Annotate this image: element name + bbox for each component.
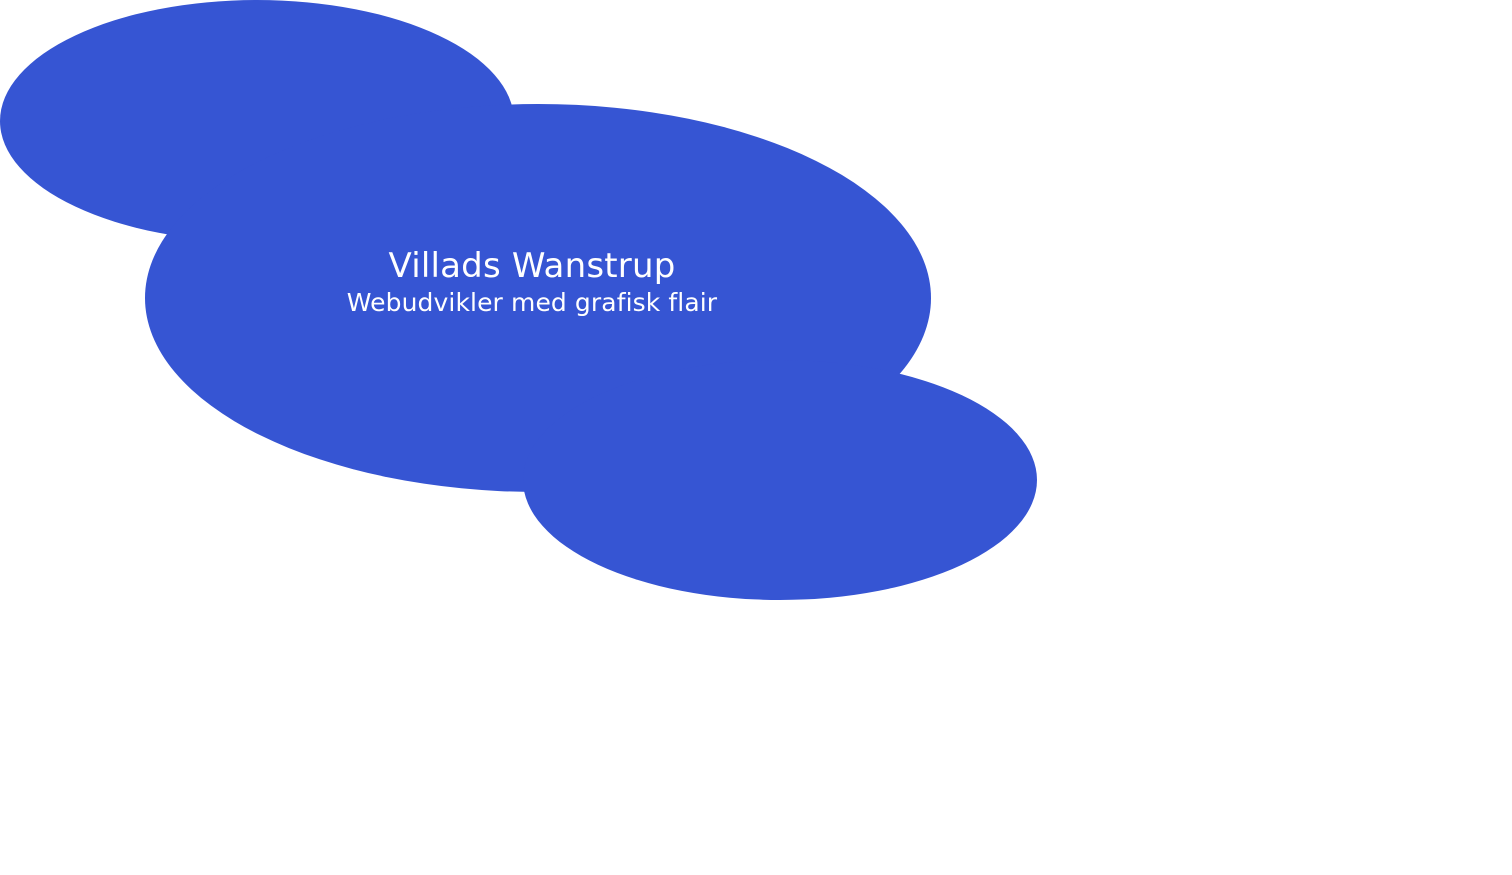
hero-text-block: Villads Wanstrup Webudvikler med grafisk… [282, 244, 782, 318]
landing-page: Villads Wanstrup Webudvikler med grafisk… [0, 0, 1512, 875]
hero-name: Villads Wanstrup [388, 246, 676, 286]
decorative-blob-shape [0, 0, 1037, 600]
blob-ellipse-bottom-right [523, 360, 1037, 600]
hero-tagline: Webudvikler med grafisk flair [346, 288, 718, 317]
